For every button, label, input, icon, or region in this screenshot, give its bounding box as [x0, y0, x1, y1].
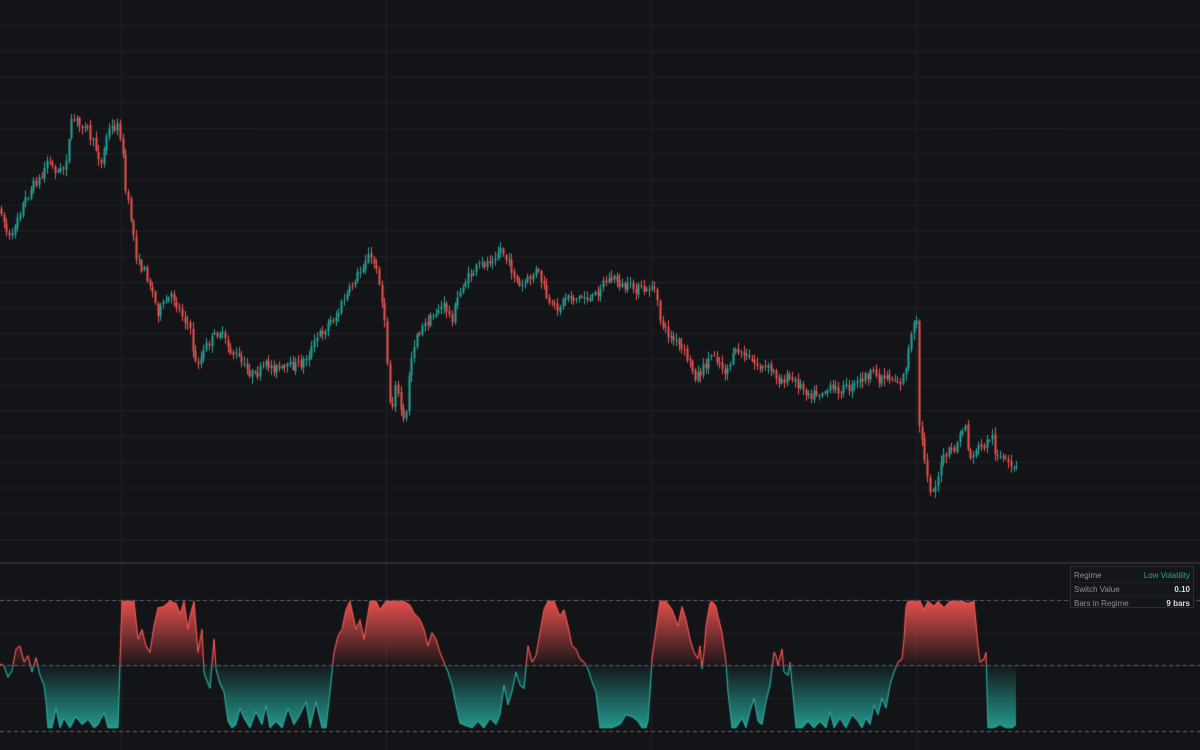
legend-switch-label: Switch Value — [1074, 585, 1120, 594]
legend-switch-value: 0.10 — [1174, 585, 1190, 594]
regime-legend: Regime Low Volatility Switch Value 0.10 … — [1070, 566, 1194, 608]
legend-regime-label: Regime — [1074, 571, 1102, 580]
legend-row-regime: Regime Low Volatility — [1074, 569, 1190, 582]
legend-row-switch-value: Switch Value 0.10 — [1074, 582, 1190, 596]
legend-row-bars-in-regime: Bars in Regime 9 bars — [1074, 596, 1190, 610]
candlestick-chart-canvas[interactable] — [0, 0, 1200, 750]
legend-regime-value: Low Volatility — [1143, 571, 1190, 580]
legend-bars-label: Bars in Regime — [1074, 599, 1129, 608]
legend-bars-value: 9 bars — [1166, 599, 1190, 608]
